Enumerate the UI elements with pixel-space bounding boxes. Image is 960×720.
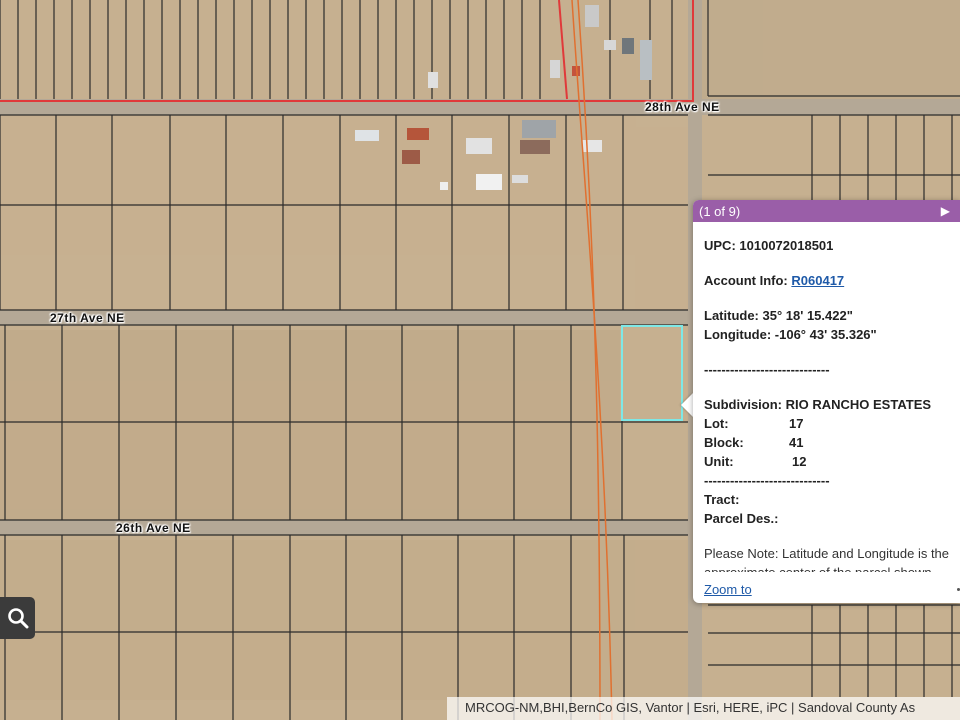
popup-pager: (1 of 9) [699,203,741,219]
separator-2: ----------------------------- [704,473,830,488]
play-arrow-icon[interactable]: ▶ [941,204,950,218]
road-label-28th: 28th Ave NE [645,100,720,114]
search-icon [7,608,28,629]
unit-value: 12 [792,454,807,469]
zoom-to-link[interactable]: Zoom to [704,582,752,597]
road-label-26th: 26th Ave NE [116,521,191,535]
lot-label: Lot: [704,416,729,431]
popup-pointer [681,393,693,417]
parcel-info-popup: (1 of 9) ▶ UPC: 1010072018501 Account In… [693,200,960,603]
separator: ----------------------------- [704,362,830,377]
road-label-27th: 27th Ave NE [50,311,125,325]
longitude-label: Longitude: [704,327,772,342]
search-button[interactable] [0,597,35,639]
map-attribution: MRCOG-NM,BHI,BernCo GIS, Vantor | Esri, … [447,697,960,720]
parcel-des-label: Parcel Des.: [704,511,779,526]
lot-value: 17 [789,416,804,431]
subdivision-label: Subdivision: [704,397,782,412]
upc-value: 1010072018501 [739,238,834,253]
latitude-label: Latitude: [704,308,759,323]
subdivision-value: RIO RANCHO ESTATES [785,397,932,412]
upc-label: UPC: [704,238,736,253]
account-link[interactable]: R060417 [791,273,844,288]
block-label: Block: [704,435,744,450]
popup-header: (1 of 9) ▶ [693,200,960,222]
longitude-value: -106° 43' 35.326" [774,327,877,342]
note-line-2: approximate center of the parcel shown [704,563,960,572]
account-label: Account Info: [704,273,788,288]
tract-label: Tract: [704,492,740,507]
popup-content: UPC: 1010072018501 Account Info: R060417… [693,222,960,572]
block-value: 41 [789,435,804,450]
note-line-1: Please Note: Latitude and Longitude is t… [704,546,950,561]
unit-label: Unit: [704,454,734,469]
latitude-value: 35° 18' 15.422" [762,308,853,323]
